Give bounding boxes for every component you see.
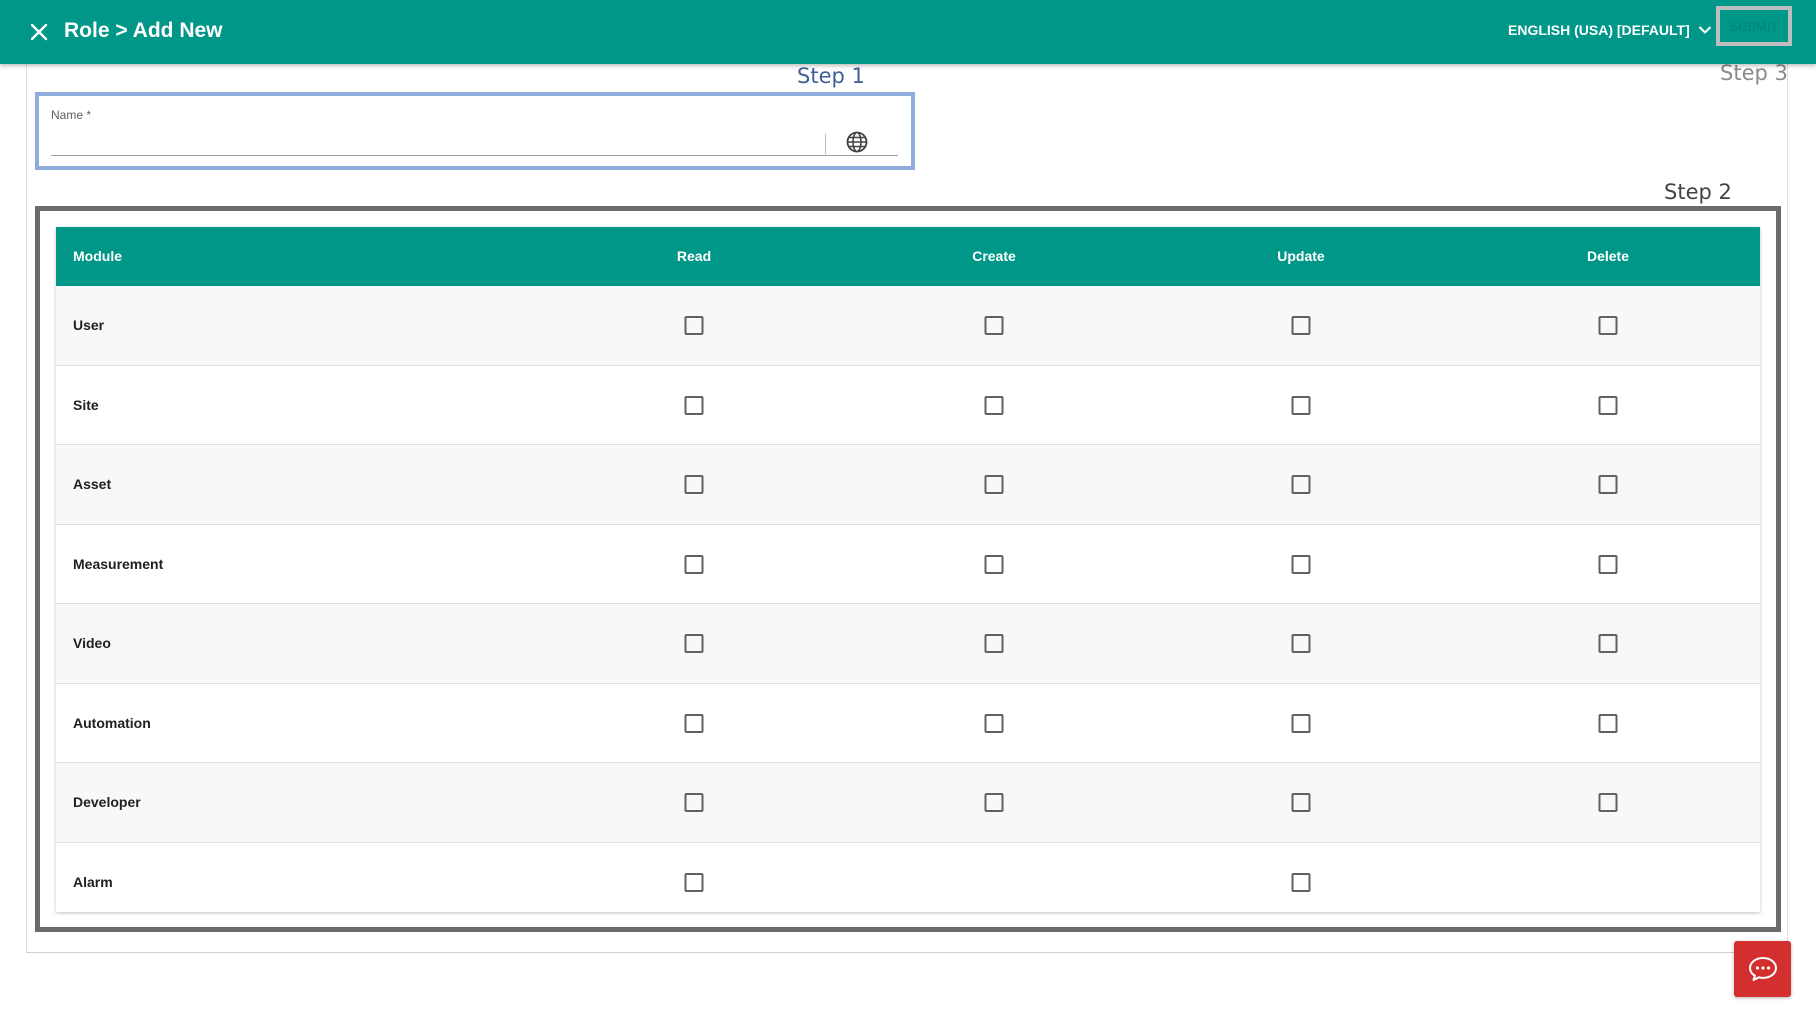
step1-annotation: Step 1 [797, 64, 865, 88]
read-checkbox[interactable] [684, 395, 704, 415]
update-checkbox[interactable] [1291, 793, 1311, 812]
step3-annotation: Step 3 [1720, 61, 1788, 85]
delete-checkbox[interactable] [1598, 634, 1618, 653]
create-checkbox[interactable] [984, 554, 1004, 574]
table-row: User [56, 286, 1760, 366]
column-header-update: Update [1277, 248, 1325, 264]
table-row: Site [56, 365, 1760, 445]
name-input[interactable] [51, 126, 824, 150]
table-row: Asset [56, 445, 1760, 525]
create-checkbox[interactable] [984, 316, 1004, 335]
column-header-module: Module [73, 248, 122, 264]
name-field-label: Name * [51, 108, 92, 122]
step3-highlight: SUBMIT [1716, 6, 1792, 46]
language-select[interactable]: ENGLISH (USA) [DEFAULT] [1508, 19, 1712, 41]
table-row: Alarm [56, 842, 1760, 912]
update-checkbox[interactable] [1291, 316, 1311, 335]
column-header-delete: Delete [1586, 248, 1630, 264]
update-checkbox[interactable] [1291, 872, 1311, 892]
read-checkbox[interactable] [684, 713, 704, 733]
column-header-create: Create [972, 248, 1016, 264]
delete-checkbox[interactable] [1598, 316, 1618, 335]
read-checkbox[interactable] [684, 872, 704, 892]
read-checkbox[interactable] [684, 634, 704, 653]
module-name: Measurement [73, 555, 164, 572]
read-checkbox[interactable] [684, 793, 704, 812]
read-checkbox[interactable] [684, 554, 704, 574]
delete-checkbox[interactable] [1598, 395, 1618, 415]
update-checkbox[interactable] [1291, 713, 1311, 733]
permissions-table: Module Read Create Update Delete User Sit… [56, 227, 1760, 912]
delete-checkbox[interactable] [1598, 793, 1618, 812]
create-checkbox[interactable] [984, 395, 1004, 415]
globe-icon [846, 131, 868, 153]
translate-button[interactable] [844, 129, 870, 155]
column-header-read: Read [676, 248, 712, 264]
module-name: Site [73, 396, 99, 413]
chat-button[interactable] [1734, 941, 1791, 997]
table-row: Video [56, 604, 1760, 684]
module-name: Developer [73, 794, 141, 810]
create-checkbox[interactable] [984, 713, 1004, 733]
close-button[interactable] [24, 17, 54, 47]
delete-checkbox[interactable] [1598, 475, 1618, 494]
table-body: User Site Asset Measurement Video Automation D… [56, 286, 1760, 912]
read-checkbox[interactable] [684, 475, 704, 494]
module-name: Asset [73, 476, 112, 492]
submit-button[interactable]: SUBMIT [1729, 19, 1778, 34]
language-select-value: ENGLISH (USA) [DEFAULT] [1508, 22, 1690, 38]
update-checkbox[interactable] [1291, 395, 1311, 415]
step1-highlight: Name * [35, 92, 915, 170]
table-row: Automation [56, 683, 1760, 763]
create-checkbox[interactable] [984, 475, 1004, 494]
table-row: Measurement [56, 524, 1760, 604]
close-icon [30, 23, 48, 41]
name-field-divider [825, 134, 826, 154]
module-name: User [73, 317, 105, 333]
delete-checkbox[interactable] [1598, 554, 1618, 574]
page-title: Role > Add New [64, 19, 223, 42]
step2-highlight: Module Read Create Update Delete User Sit… [35, 206, 1781, 932]
module-name: Alarm [73, 873, 113, 890]
chat-icon [1748, 957, 1777, 981]
chevron-down-icon [1698, 26, 1711, 34]
name-field-underline [51, 155, 898, 156]
app-bar: Role > Add New ENGLISH (USA) [DEFAULT] S… [0, 0, 1816, 64]
table-header: Module Read Create Update Delete [56, 227, 1760, 286]
step2-annotation: Step 2 [1664, 180, 1732, 204]
read-checkbox[interactable] [684, 316, 704, 335]
delete-checkbox[interactable] [1598, 713, 1618, 733]
update-checkbox[interactable] [1291, 475, 1311, 494]
update-checkbox[interactable] [1291, 554, 1311, 574]
update-checkbox[interactable] [1291, 634, 1311, 653]
table-row: Developer [56, 763, 1760, 843]
create-checkbox[interactable] [984, 634, 1004, 653]
module-name: Video [73, 635, 111, 651]
module-name: Automation [73, 714, 151, 731]
create-checkbox[interactable] [984, 793, 1004, 812]
